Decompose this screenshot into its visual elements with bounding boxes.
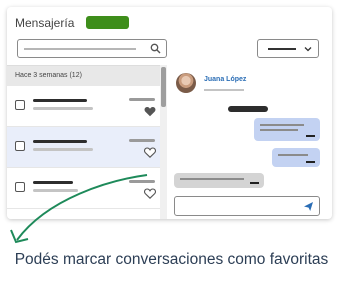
- caption: Podés marcar conversaciones como favorit…: [14, 251, 329, 268]
- contact-name[interactable]: Juana López: [204, 76, 246, 83]
- filter-selected-value: [268, 48, 296, 50]
- heart-outline-icon[interactable]: [144, 147, 156, 158]
- conversation-preview: [33, 107, 93, 110]
- outgoing-message: [254, 118, 320, 141]
- conversation-date: [129, 180, 155, 183]
- conversation-row[interactable]: [7, 168, 166, 209]
- search-input[interactable]: [17, 39, 167, 58]
- list-scrollbar-thumb[interactable]: [161, 67, 166, 107]
- avatar: [176, 73, 196, 93]
- row-checkbox[interactable]: [15, 141, 25, 151]
- date-separator: [228, 106, 268, 112]
- row-checkbox[interactable]: [15, 100, 25, 110]
- contact-subtitle: [204, 89, 244, 91]
- conversation-row[interactable]: [7, 209, 166, 219]
- conversation-date: [129, 139, 155, 142]
- list-section-header: Hace 3 semanas (12): [7, 66, 166, 86]
- search-icon[interactable]: [150, 43, 161, 54]
- conversation-list: Hace 3 semanas (12): [7, 65, 167, 219]
- outgoing-message: [272, 148, 320, 167]
- message-input[interactable]: [174, 196, 320, 216]
- heart-filled-icon[interactable]: [144, 106, 156, 117]
- app-title: Mensajería: [15, 16, 75, 30]
- heart-outline-icon[interactable]: [144, 188, 156, 199]
- conversation-sender: [33, 99, 87, 102]
- conversation-sender: [33, 181, 73, 184]
- conversation-row-selected[interactable]: [7, 127, 166, 168]
- chevron-down-icon: [304, 47, 312, 52]
- search-placeholder: [24, 48, 136, 50]
- conversation-preview: [33, 148, 93, 151]
- conversation-date: [129, 98, 155, 101]
- chat-panel: Juana López: [168, 65, 332, 219]
- incoming-message: [174, 173, 264, 188]
- row-checkbox[interactable]: [15, 182, 25, 192]
- conversation-preview: [33, 189, 78, 192]
- title-badge: [86, 16, 129, 29]
- conversation-row[interactable]: [7, 86, 166, 127]
- send-icon[interactable]: [303, 201, 314, 212]
- conversation-sender: [33, 140, 87, 143]
- filter-dropdown[interactable]: [257, 39, 319, 58]
- messaging-window: Mensajería Hace 3 semanas (12) Juana Lóp…: [7, 7, 332, 219]
